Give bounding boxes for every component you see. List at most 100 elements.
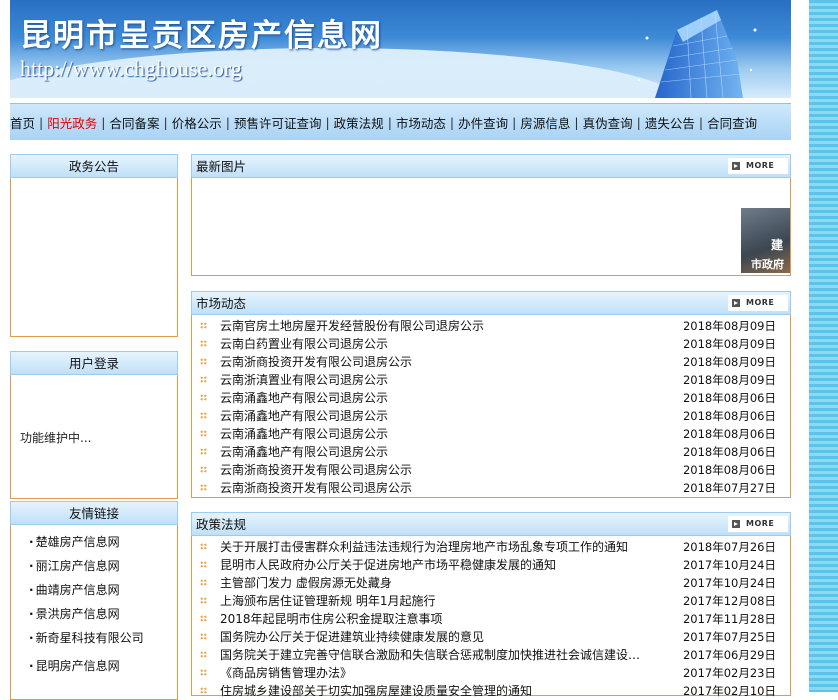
list-item[interactable]: 云南涌鑫地产有限公司退房公示 2018年08月06日 xyxy=(192,407,790,425)
list-item-title[interactable]: 《商品房销售管理办法》 xyxy=(220,664,352,682)
nav-item-7[interactable]: 办件查询 xyxy=(458,113,508,132)
nav-separator: | xyxy=(39,114,44,130)
latest-images-more-button[interactable]: MORE xyxy=(728,158,788,174)
latest-images-header: 最新图片 MORE xyxy=(191,154,791,178)
list-item[interactable]: 住房城乡建设部关于切实加强房屋建设质量安全管理的通知 2017年02月10日 xyxy=(192,682,790,700)
login-message: 功能维护中... xyxy=(20,431,92,445)
friend-links-body: · 楚雄房产信息网 · 丽江房产信息网 · 曲靖房产信息网 · 景洪房产信息网 · 新奇星科技有限… xyxy=(10,525,178,700)
list-item-date: 2017年10月24日 xyxy=(682,558,776,572)
list-item[interactable]: 云南浙商投资开发有限公司退房公示 2018年07月27日 xyxy=(192,479,790,497)
nav-item-3[interactable]: 价格公示 xyxy=(172,113,222,132)
nav-separator: | xyxy=(636,114,641,130)
friend-link-item[interactable]: · 景洪房产信息网 xyxy=(11,602,177,626)
list-item[interactable]: 《商品房销售管理办法》 2017年02月23日 xyxy=(192,664,790,682)
list-item[interactable]: 云南官房土地房屋开发经营股份有限公司退房公示 2018年08月09日 xyxy=(192,317,790,335)
friend-link-label: 新奇星科技有限公司 xyxy=(35,631,144,645)
nav-item-0[interactable]: 首页 xyxy=(10,113,35,132)
dotted-square-bullet-icon xyxy=(200,448,207,455)
dotted-square-bullet-icon xyxy=(200,394,207,401)
list-item-title[interactable]: 关于开展打击侵害群众利益违法违规行为治理房地产市场乱象专项工作的通知 xyxy=(220,538,628,556)
friend-link-label: 丽江房产信息网 xyxy=(35,559,120,573)
friend-link-item[interactable]: · 曲靖房产信息网 xyxy=(11,578,177,602)
list-item-title[interactable]: 云南白药置业有限公司退房公示 xyxy=(220,335,388,353)
friend-link-item[interactable]: · 新奇星科技有限公司 xyxy=(11,626,177,650)
list-item-title[interactable]: 云南浙商投资开发有限公司退房公示 xyxy=(220,479,412,497)
nav-item-6[interactable]: 市场动态 xyxy=(396,113,446,132)
thumbnail-caption-1: 建 xyxy=(771,238,784,252)
nav-item-10[interactable]: 遗失公告 xyxy=(645,113,695,132)
list-item-title[interactable]: 国务院办公厅关于促进建筑业持续健康发展的意见 xyxy=(220,628,484,646)
friend-link-item[interactable]: · 丽江房产信息网 xyxy=(11,554,177,578)
dotted-square-bullet-icon xyxy=(200,376,207,383)
policy-header: 政策法规 MORE xyxy=(191,512,791,536)
list-item-date: 2018年08月09日 xyxy=(682,337,776,351)
bullet-dot-icon: · xyxy=(29,607,34,621)
list-item-date: 2018年08月06日 xyxy=(682,409,776,423)
list-item[interactable]: 云南白药置业有限公司退房公示 2018年08月09日 xyxy=(192,335,790,353)
friend-link-label: 景洪房产信息网 xyxy=(35,607,120,621)
nav-item-5[interactable]: 政策法规 xyxy=(334,113,384,132)
list-item[interactable]: 云南涌鑫地产有限公司退房公示 2018年08月06日 xyxy=(192,443,790,461)
dotted-square-bullet-icon xyxy=(200,484,207,491)
list-item-title[interactable]: 国务院关于建立完善守信联合激励和失信联合惩戒制度加快推进社会诚信建设… xyxy=(220,646,640,664)
list-item-title[interactable]: 云南涌鑫地产有限公司退房公示 xyxy=(220,443,388,461)
list-item-title[interactable]: 云南涌鑫地产有限公司退房公示 xyxy=(220,425,388,443)
list-item-date: 2018年08月09日 xyxy=(682,373,776,387)
site-url: http://www.chghouse.org xyxy=(20,56,242,81)
list-item-title[interactable]: 云南涌鑫地产有限公司退房公示 xyxy=(220,389,388,407)
friend-link-item[interactable]: · 昆明房产信息网 xyxy=(11,654,177,678)
list-item-title[interactable]: 2018年起昆明市住房公积金提取注意事项 xyxy=(220,610,443,628)
bullet-dot-icon: · xyxy=(29,631,34,645)
friend-link-item[interactable]: · 楚雄房产信息网 xyxy=(11,530,177,554)
dotted-square-bullet-icon xyxy=(200,651,207,658)
list-item[interactable]: 主管部门发力 虚假房源无处藏身 2017年10月24日 xyxy=(192,574,790,592)
nav-item-2[interactable]: 合同备案 xyxy=(109,113,159,132)
list-item-title[interactable]: 云南涌鑫地产有限公司退房公示 xyxy=(220,407,388,425)
market-more-button[interactable]: MORE xyxy=(728,295,788,311)
nav-item-9[interactable]: 真伪查询 xyxy=(583,113,633,132)
latest-image-thumbnail[interactable]: 建 市政府 xyxy=(741,208,790,273)
list-item-date: 2017年12月08日 xyxy=(682,594,776,608)
list-item[interactable]: 昆明市人民政府办公厅关于促进房地产市场平稳健康发展的通知 2017年10月24日 xyxy=(192,556,790,574)
nav-separator: | xyxy=(698,114,704,130)
list-item[interactable]: 云南涌鑫地产有限公司退房公示 2018年08月06日 xyxy=(192,389,790,407)
list-item-title[interactable]: 云南浙商投资开发有限公司退房公示 xyxy=(220,353,412,371)
friend-link-label: 曲靖房产信息网 xyxy=(35,583,120,597)
list-item-title[interactable]: 云南浙滇置业有限公司退房公示 xyxy=(220,371,388,389)
nav-item-11[interactable]: 合同查询 xyxy=(707,113,757,132)
dotted-square-bullet-icon xyxy=(200,561,207,568)
policy-more-button[interactable]: MORE xyxy=(728,516,788,532)
login-panel: 用户登录 功能维护中... xyxy=(10,351,178,499)
list-item-title[interactable]: 住房城乡建设部关于切实加强房屋建设质量安全管理的通知 xyxy=(220,682,532,700)
nav-separator: | xyxy=(101,114,106,130)
list-item-date: 2017年07月25日 xyxy=(682,630,776,644)
nav-item-8[interactable]: 房源信息 xyxy=(520,113,570,132)
list-item[interactable]: 2018年起昆明市住房公积金提取注意事项 2017年11月28日 xyxy=(192,610,790,628)
list-item-title[interactable]: 主管部门发力 虚假房源无处藏身 xyxy=(220,574,392,592)
list-item[interactable]: 国务院办公厅关于促进建筑业持续健康发展的意见 2017年07月25日 xyxy=(192,628,790,646)
nav-item-4[interactable]: 预售许可证查询 xyxy=(234,113,322,132)
dotted-square-bullet-icon xyxy=(200,358,207,365)
list-item[interactable]: 云南浙滇置业有限公司退房公示 2018年08月09日 xyxy=(192,371,790,389)
list-item[interactable]: 云南涌鑫地产有限公司退房公示 2018年08月06日 xyxy=(192,425,790,443)
list-item[interactable]: 上海颁布居住证管理新规 明年1月起施行 2017年12月08日 xyxy=(192,592,790,610)
list-item-title[interactable]: 云南官房土地房屋开发经营股份有限公司退房公示 xyxy=(220,317,484,335)
market-header: 市场动态 MORE xyxy=(191,291,791,315)
list-item-title[interactable]: 昆明市人民政府办公厅关于促进房地产市场平稳健康发展的通知 xyxy=(220,556,556,574)
nav-item-1[interactable]: 阳光政务 xyxy=(47,113,97,132)
list-item[interactable]: 国务院关于建立完善守信联合激励和失信联合惩戒制度加快推进社会诚信建设… 2017年… xyxy=(192,646,790,664)
double-arrow-icon xyxy=(732,299,740,307)
list-item[interactable]: 关于开展打击侵害群众利益违法违规行为治理房地产市场乱象专项工作的通知 2018年0… xyxy=(192,538,790,556)
dotted-square-bullet-icon xyxy=(200,579,207,586)
policy-panel: 政策法规 MORE 关于开展打击侵害群众利益违法违规行为治理房地产市场乱象专项工… xyxy=(191,512,791,698)
list-item[interactable]: 云南浙商投资开发有限公司退房公示 2018年08月09日 xyxy=(192,353,790,371)
list-item-title[interactable]: 云南浙商投资开发有限公司退房公示 xyxy=(220,461,412,479)
list-item-title[interactable]: 上海颁布居住证管理新规 明年1月起施行 xyxy=(220,592,435,610)
list-item-date: 2018年08月06日 xyxy=(682,427,776,441)
bullet-dot-icon: · xyxy=(29,659,34,673)
list-item[interactable]: 云南浙商投资开发有限公司退房公示 2018年08月06日 xyxy=(192,461,790,479)
double-arrow-icon xyxy=(732,162,740,170)
announcements-panel: 政务公告 xyxy=(10,154,178,337)
list-item-date: 2018年08月09日 xyxy=(682,319,776,333)
list-item-date: 2017年02月10日 xyxy=(682,684,776,698)
